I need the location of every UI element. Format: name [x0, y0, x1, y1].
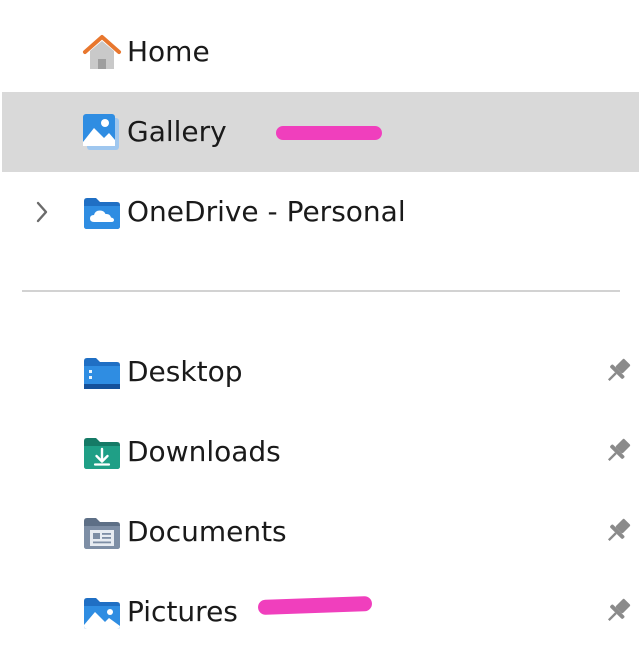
pin-icon[interactable]: [603, 596, 633, 626]
documents-folder-icon: [80, 511, 124, 553]
chevron-right-icon[interactable]: [30, 199, 54, 225]
nav-item-label: Documents: [127, 515, 287, 548]
nav-item-label: Desktop: [127, 355, 243, 388]
nav-item-documents[interactable]: Documents: [2, 492, 639, 572]
pin-icon[interactable]: [603, 356, 633, 386]
nav-item-gallery[interactable]: Gallery: [2, 92, 639, 172]
pictures-folder-icon: [80, 591, 124, 633]
desktop-folder-icon: [80, 351, 124, 393]
gallery-icon: [80, 111, 124, 153]
nav-item-label: Gallery: [127, 115, 227, 148]
nav-item-home[interactable]: Home: [2, 12, 639, 92]
downloads-folder-icon: [80, 431, 124, 473]
nav-item-label: OneDrive - Personal: [127, 195, 406, 228]
nav-item-desktop[interactable]: Desktop: [2, 332, 639, 412]
section-divider: [22, 290, 620, 292]
nav-item-label: Downloads: [127, 435, 281, 468]
nav-item-downloads[interactable]: Downloads: [2, 412, 639, 492]
nav-item-label: Home: [127, 35, 210, 68]
annotation-mark: [276, 126, 382, 140]
home-icon: [80, 31, 124, 73]
nav-item-pictures[interactable]: Pictures: [2, 572, 639, 646]
pin-icon[interactable]: [603, 516, 633, 546]
pin-icon[interactable]: [603, 436, 633, 466]
navigation-pane: Home Gallery OneDrive - Personal Desktop…: [0, 0, 643, 646]
annotation-mark: [257, 596, 373, 615]
onedrive-folder-icon: [80, 191, 124, 233]
nav-item-label: Pictures: [127, 595, 238, 628]
nav-item-onedrive[interactable]: OneDrive - Personal: [2, 172, 639, 252]
